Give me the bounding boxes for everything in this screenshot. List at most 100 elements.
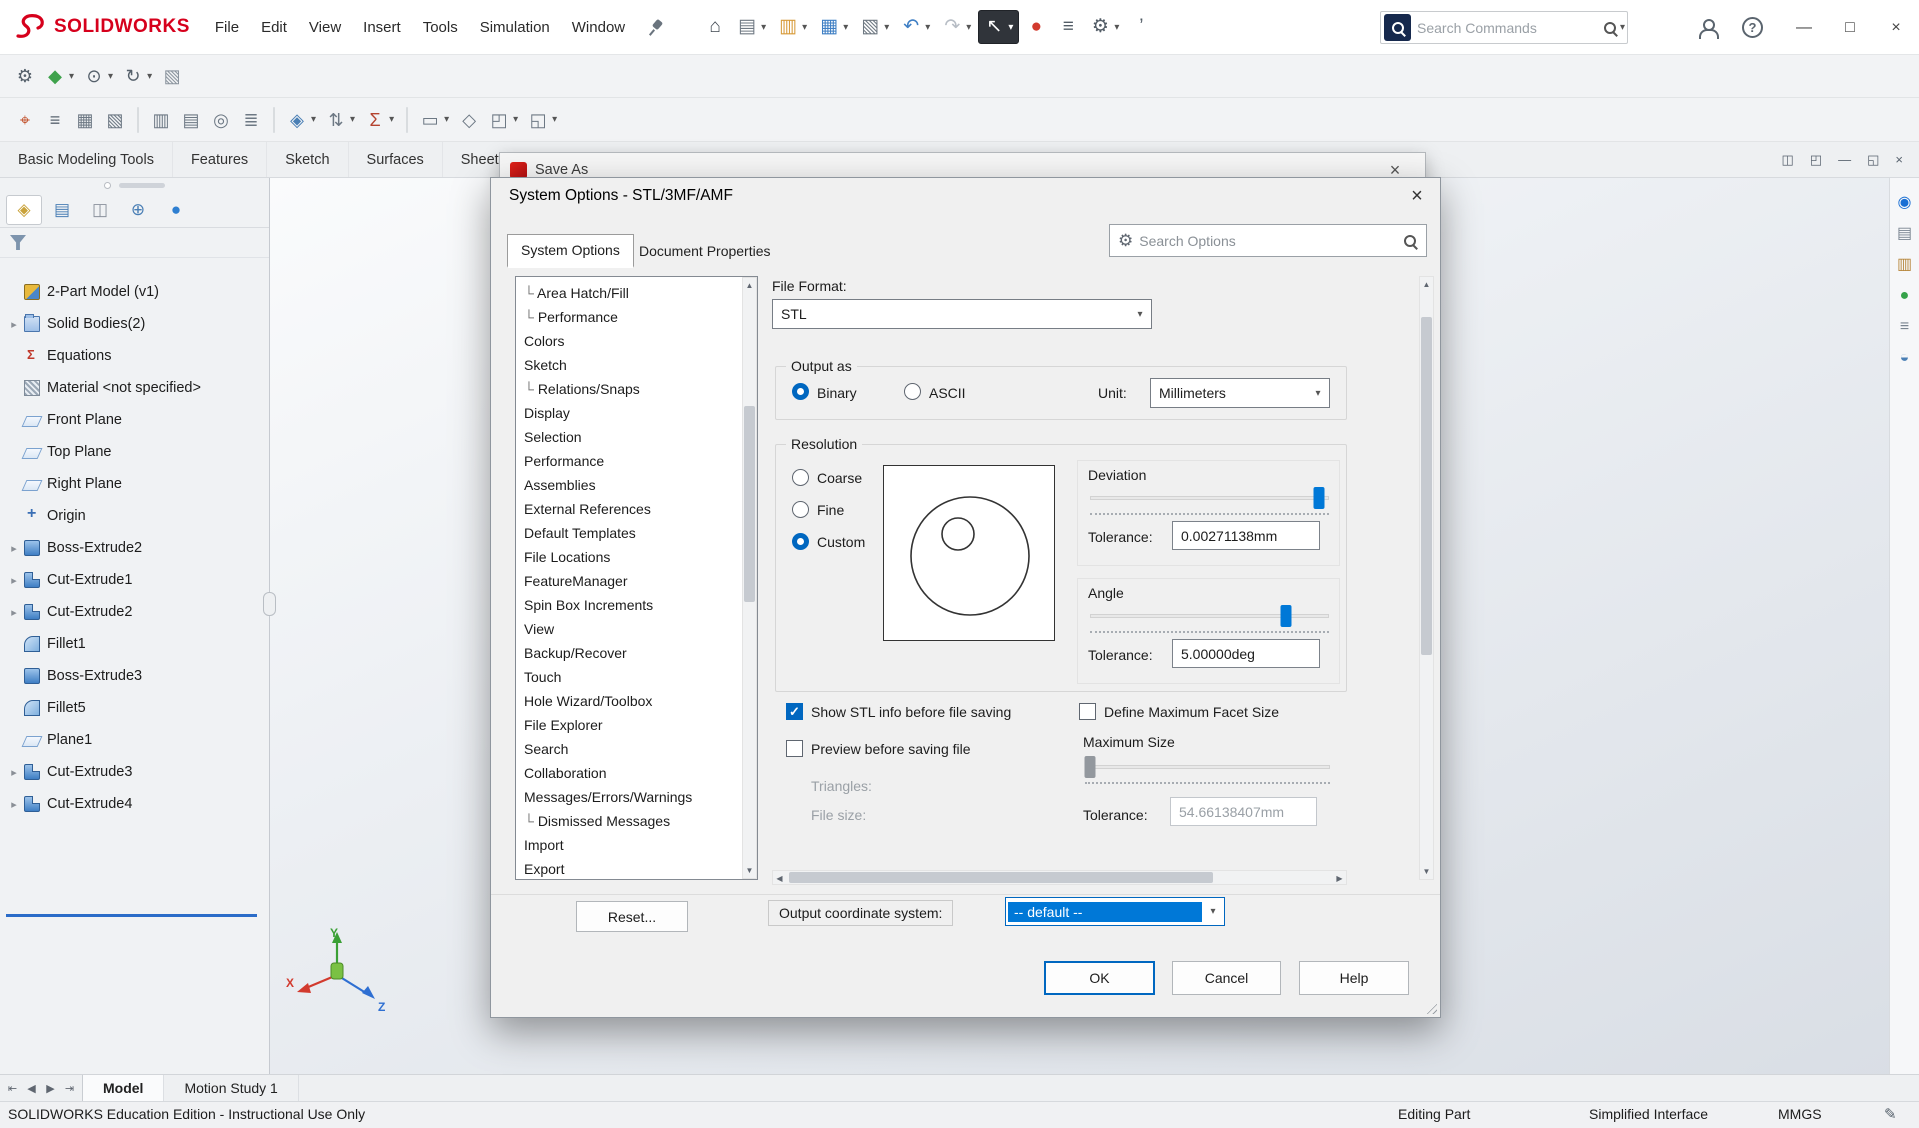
prev-tab-icon[interactable]: ◀ xyxy=(23,1082,40,1095)
ribbon-tab[interactable]: Basic Modeling Tools xyxy=(0,142,172,177)
tree-filter-row[interactable] xyxy=(0,228,269,258)
equations-tool-icon[interactable]: Σ xyxy=(360,103,399,137)
scrollbar-thumb[interactable] xyxy=(1421,317,1432,655)
chevron-down-icon[interactable] xyxy=(1112,22,1121,33)
search-options-input[interactable] xyxy=(1139,232,1396,249)
feature-tree-item[interactable]: Fillet5 xyxy=(0,692,269,724)
options-gear-icon[interactable]: ⚙ xyxy=(1085,10,1124,44)
filter-icon[interactable] xyxy=(10,235,26,250)
format-options-icon[interactable]: ▭ xyxy=(415,103,454,137)
select-cursor-icon[interactable]: ↖ xyxy=(978,10,1020,44)
scroll-left-icon[interactable] xyxy=(773,871,786,886)
scroll-up-icon[interactable] xyxy=(743,278,756,293)
shell-tool-icon[interactable]: ◰ xyxy=(484,103,523,137)
apply-scene-icon[interactable]: ◆ xyxy=(40,59,79,93)
feature-tree-item[interactable]: ▸ Cut-Extrude1 xyxy=(0,564,269,596)
binary-radio[interactable] xyxy=(792,383,809,400)
options-tree-item[interactable]: Default Templates xyxy=(516,521,757,545)
displaymanager-tab[interactable]: ● xyxy=(158,195,194,225)
options-tree-item[interactable]: Performance xyxy=(516,449,757,473)
chevron-down-icon[interactable] xyxy=(841,22,850,33)
menu-item[interactable]: Edit xyxy=(250,13,298,42)
options-tree-item[interactable]: Messages/Errors/Warnings xyxy=(516,785,757,809)
document-tab[interactable]: Model xyxy=(82,1075,165,1101)
scroll-up-icon[interactable] xyxy=(1420,277,1433,292)
slider-thumb[interactable] xyxy=(1313,487,1325,509)
chevron-down-icon[interactable] xyxy=(964,22,973,33)
display-style-icon[interactable]: ▧ xyxy=(157,59,187,93)
home-icon[interactable]: ⌂ xyxy=(700,10,730,44)
scrollbar-thumb[interactable] xyxy=(789,872,1213,883)
user-account-icon[interactable] xyxy=(1698,18,1719,39)
menu-item[interactable]: Window xyxy=(561,13,636,42)
define-max-facet-checkbox[interactable] xyxy=(1079,703,1096,720)
pane-restore-icon[interactable]: ◰ xyxy=(1810,152,1822,168)
options-tree-item[interactable]: Sketch xyxy=(516,353,757,377)
save-icon[interactable]: ▦ xyxy=(814,10,853,44)
clearance-verification-icon[interactable]: ▧ xyxy=(100,103,130,137)
sensor-icon[interactable]: ◎ xyxy=(206,103,236,137)
close-window-icon[interactable]: × xyxy=(1873,1,1919,55)
options-tree-item[interactable]: Search xyxy=(516,737,757,761)
print-icon[interactable]: ▧ xyxy=(855,10,894,44)
abort-command-icon[interactable]: ● xyxy=(1021,10,1051,44)
chevron-down-icon[interactable] xyxy=(309,114,318,125)
menu-item[interactable]: Tools xyxy=(412,13,469,42)
feature-tree-item[interactable]: Boss-Extrude3 xyxy=(0,660,269,692)
rollback-bar[interactable] xyxy=(6,914,257,917)
options-tree-item[interactable]: Collaboration xyxy=(516,761,757,785)
ribbon-tab[interactable]: Sketch xyxy=(266,142,347,177)
measure-icon[interactable]: ⌖ xyxy=(10,103,40,137)
pane-split-icon[interactable]: ◫ xyxy=(1782,152,1794,168)
fine-radio[interactable] xyxy=(792,501,809,518)
interference-detection-icon[interactable]: ▦ xyxy=(70,103,100,137)
ascii-radio[interactable] xyxy=(904,383,921,400)
options-tree-item[interactable]: └ Dismissed Messages xyxy=(516,809,757,833)
new-file-icon[interactable]: ▤ xyxy=(732,10,771,44)
max-tolerance-input[interactable] xyxy=(1170,797,1317,826)
options-tree-item[interactable]: File Explorer xyxy=(516,713,757,737)
chevron-down-icon[interactable] xyxy=(387,114,396,125)
feature-tree-item[interactable]: ▸ Solid Bodies(2) xyxy=(0,308,269,340)
slider-thumb[interactable] xyxy=(1280,605,1292,627)
last-tab-icon[interactable]: ⇥ xyxy=(61,1082,78,1095)
file-explorer-icon[interactable]: ▥ xyxy=(1897,256,1912,274)
menu-item[interactable]: Simulation xyxy=(469,13,561,42)
expand-arrow-icon[interactable]: ▸ xyxy=(6,606,22,619)
pin-icon[interactable] xyxy=(646,17,666,37)
expand-arrow-icon[interactable]: ▸ xyxy=(6,542,22,555)
options-tree-item[interactable]: Touch xyxy=(516,665,757,689)
ribbon-tab[interactable]: Surfaces xyxy=(347,142,442,177)
chevron-down-icon[interactable] xyxy=(923,22,932,33)
doc-minimize-icon[interactable]: — xyxy=(1838,152,1851,168)
menu-item[interactable]: View xyxy=(298,13,352,42)
feature-tree-item[interactable]: ▸ Cut-Extrude2 xyxy=(0,596,269,628)
propertymanager-tab[interactable]: ▤ xyxy=(44,195,80,225)
search-icon[interactable] xyxy=(1402,233,1418,249)
ok-button[interactable]: OK xyxy=(1044,961,1155,995)
structure-system-icon[interactable]: ◱ xyxy=(523,103,562,137)
options-tree-item[interactable]: Colors xyxy=(516,329,757,353)
doc-close-icon[interactable]: × xyxy=(1895,152,1903,168)
options-tree-item[interactable]: FeatureManager xyxy=(516,569,757,593)
feature-tree-item[interactable]: Origin xyxy=(0,500,269,532)
next-tab-icon[interactable]: ▶ xyxy=(42,1082,59,1095)
help-icon[interactable] xyxy=(1742,17,1763,38)
redo-icon[interactable]: ↷ xyxy=(937,10,976,44)
options-tree-item[interactable]: External References xyxy=(516,497,757,521)
help-button[interactable]: Help xyxy=(1299,961,1409,995)
content-horizontal-scrollbar[interactable] xyxy=(772,870,1347,885)
dimxpertmanager-tab[interactable]: ⊕ xyxy=(120,195,156,225)
chevron-down-icon[interactable] xyxy=(145,71,154,82)
doc-restore-icon[interactable]: ◱ xyxy=(1867,152,1879,168)
chevron-down-icon[interactable] xyxy=(348,114,357,125)
appearances-icon[interactable]: ● xyxy=(1900,287,1910,305)
options-search[interactable] xyxy=(1109,224,1427,257)
expand-arrow-icon[interactable]: ▸ xyxy=(6,574,22,587)
tab-document-properties[interactable]: Document Properties xyxy=(627,237,783,265)
options-tree-item[interactable]: └ Area Hatch/Fill xyxy=(516,281,757,305)
menu-item[interactable]: File xyxy=(204,13,250,42)
chevron-down-icon[interactable] xyxy=(442,114,451,125)
deviation-slider[interactable] xyxy=(1090,487,1329,509)
unit-combobox[interactable]: Millimeters xyxy=(1150,378,1330,408)
